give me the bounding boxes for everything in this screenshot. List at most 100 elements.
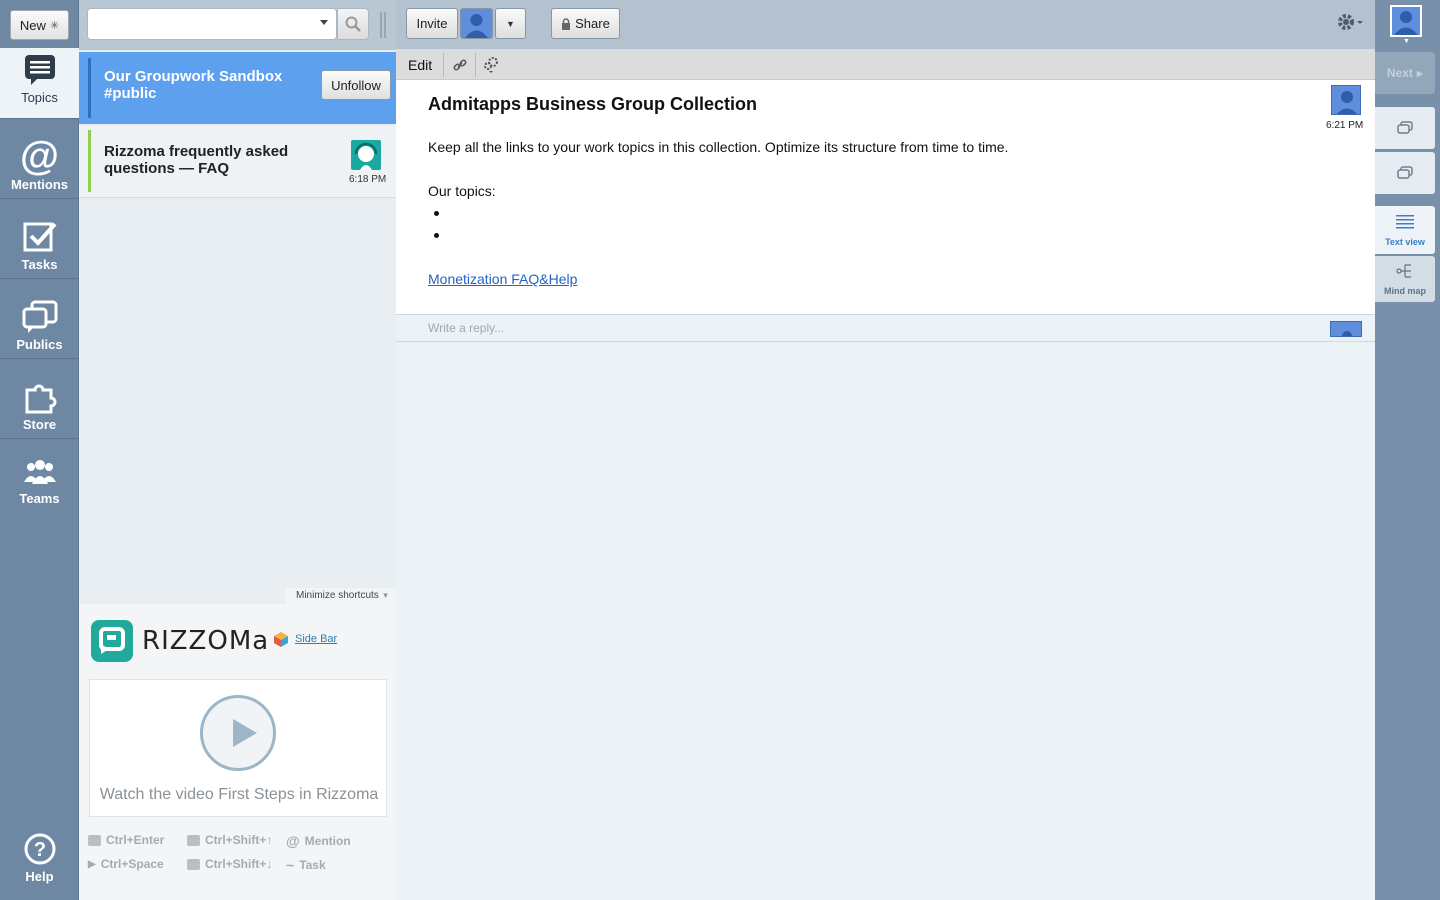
reply-box[interactable]: Write a reply...: [396, 314, 1375, 342]
shortcut-keys: Ctrl+Space: [100, 857, 164, 871]
text-view-toggle[interactable]: Text view: [1375, 206, 1435, 254]
topics-icon: [24, 55, 55, 85]
topic-marker: [88, 58, 91, 118]
shortcut-space: ▶ Ctrl+Space: [88, 857, 164, 871]
nav-help[interactable]: ? Help: [0, 832, 79, 884]
help-icon: ?: [24, 833, 55, 865]
next-button[interactable]: Next ▶: [1375, 52, 1435, 94]
search-input[interactable]: [87, 8, 337, 40]
topic-title: Admitapps Business Group Collection: [428, 94, 758, 114]
nav-store[interactable]: Store: [0, 380, 79, 432]
promo-panel: RIZZOMa Side Bar Watch the video First S…: [79, 604, 396, 900]
logo-text: RIZZOMa: [142, 626, 270, 656]
reply-avatar: [1330, 321, 1362, 337]
chevron-down-icon: ▼: [506, 18, 515, 29]
nav-divider: [0, 198, 79, 199]
topic-list-panel: Our Groupwork Sandbox #public Unfollow R…: [79, 0, 397, 900]
list-bullet: [434, 211, 439, 216]
new-button[interactable]: New ✳: [10, 10, 69, 40]
rizzoma-logo-icon: [91, 620, 133, 662]
at-icon: @: [19, 134, 59, 178]
topic-time: 6:18 PM: [349, 174, 387, 185]
nav-divider: [0, 358, 79, 359]
comments-icon: [1397, 121, 1413, 134]
shortcut-keys: Task: [299, 858, 326, 872]
avatar: [351, 140, 381, 170]
play-small-icon: ▶: [88, 858, 96, 870]
edit-button[interactable]: Edit: [400, 53, 440, 77]
invite-button[interactable]: Invite: [406, 8, 458, 39]
current-user-avatar[interactable]: [1390, 5, 1422, 37]
mind-map-label: Mind map: [1384, 286, 1426, 296]
nav-publics[interactable]: Publics: [0, 300, 79, 352]
monetization-link[interactable]: Monetization FAQ&Help: [428, 271, 577, 287]
participant-avatar[interactable]: [460, 8, 493, 39]
prev-unread-button[interactable]: [1375, 107, 1435, 149]
toolbar-divider: [475, 53, 476, 77]
side-bar-link[interactable]: Side Bar: [295, 633, 337, 645]
next-unread-button[interactable]: [1375, 152, 1435, 194]
link-icon[interactable]: [453, 58, 467, 72]
text-view-label: Text view: [1385, 237, 1425, 247]
cube-icon: [274, 632, 288, 647]
settings-menu[interactable]: [1336, 12, 1366, 37]
topic-toolbar: Invite ▼ Share: [396, 0, 1375, 49]
nav-divider: [0, 278, 79, 279]
user-icon: [1336, 91, 1358, 114]
search-button[interactable]: [337, 8, 369, 40]
support-avatar-icon: [354, 142, 378, 170]
chevron-right-icon: ▶: [1416, 68, 1424, 78]
shortcut-mention: @ Mention: [286, 833, 351, 849]
edit-toolbar: Edit: [396, 49, 1375, 80]
comments-icon: [187, 834, 200, 846]
topic-intro: Keep all the links to your work topics i…: [428, 139, 1009, 155]
wand-icon: ✳: [49, 19, 60, 32]
nav-store-label: Store: [22, 417, 57, 432]
nav-help-label: Help: [25, 869, 54, 884]
topic-document[interactable]: Admitapps Business Group Collection 6:21…: [396, 80, 1375, 314]
user-menu-caret-icon[interactable]: ▼: [1403, 38, 1410, 45]
puzzle-icon: [25, 384, 56, 414]
nav-tasks[interactable]: Tasks: [0, 220, 79, 272]
nav-teams[interactable]: Teams: [0, 460, 79, 506]
minimize-label: Minimize shortcuts: [296, 590, 379, 601]
search-bar: [79, 0, 396, 50]
shortcut-reply: Ctrl+Enter: [88, 833, 164, 847]
comment-icon: [88, 834, 101, 846]
tilde-icon: ~: [286, 857, 295, 873]
left-nav: New ✳ Topics @ Mentions Tasks Publics St…: [0, 0, 79, 900]
nav-mentions[interactable]: @ Mentions: [0, 134, 79, 192]
svg-text:?: ?: [33, 839, 45, 861]
nav-publics-label: Publics: [16, 337, 63, 352]
app: New ✳ Topics @ Mentions Tasks Publics St…: [0, 0, 1440, 900]
search-dropdown-icon[interactable]: [320, 20, 328, 25]
author-avatar[interactable]: [1331, 85, 1361, 115]
minimize-shortcuts-toggle[interactable]: Minimize shortcuts ▼: [285, 588, 397, 604]
list-bullet: [434, 233, 439, 238]
nav-topics-label: Topics: [21, 90, 58, 105]
video-card[interactable]: Watch the video First Steps in Rizzoma: [89, 679, 387, 817]
toolbar-divider: [443, 53, 444, 77]
shortcut-keys: Mention: [304, 834, 351, 848]
unfollow-button[interactable]: Unfollow: [321, 70, 391, 100]
shortcut-task: ~ Task: [286, 857, 326, 873]
reply-placeholder: Write a reply...: [428, 321, 505, 335]
shortcut-reply-down: Ctrl+Shift+↓: [187, 857, 272, 871]
nav-topics[interactable]: Topics: [0, 48, 79, 118]
topic-title: Our Groupwork Sandbox #public: [104, 68, 283, 102]
at-icon: @: [286, 833, 300, 849]
nav-divider: [0, 438, 79, 439]
participants-dropdown[interactable]: ▼: [495, 8, 526, 39]
nav-tasks-label: Tasks: [21, 257, 58, 272]
share-button[interactable]: Share: [551, 8, 620, 39]
lock-icon: [562, 17, 571, 30]
panel-resize-handle[interactable]: [380, 12, 386, 38]
mind-map-toggle[interactable]: Mind map: [1375, 256, 1435, 302]
play-icon[interactable]: [200, 695, 276, 771]
topic-item[interactable]: Rizzoma frequently asked questions — FAQ…: [79, 126, 396, 198]
topic-item[interactable]: Our Groupwork Sandbox #public Unfollow: [79, 52, 396, 124]
user-icon: [1342, 331, 1352, 336]
topic-title: Rizzoma frequently asked questions — FAQ: [104, 143, 289, 177]
gears-icon[interactable]: [483, 56, 501, 74]
team-icon: [23, 460, 56, 484]
